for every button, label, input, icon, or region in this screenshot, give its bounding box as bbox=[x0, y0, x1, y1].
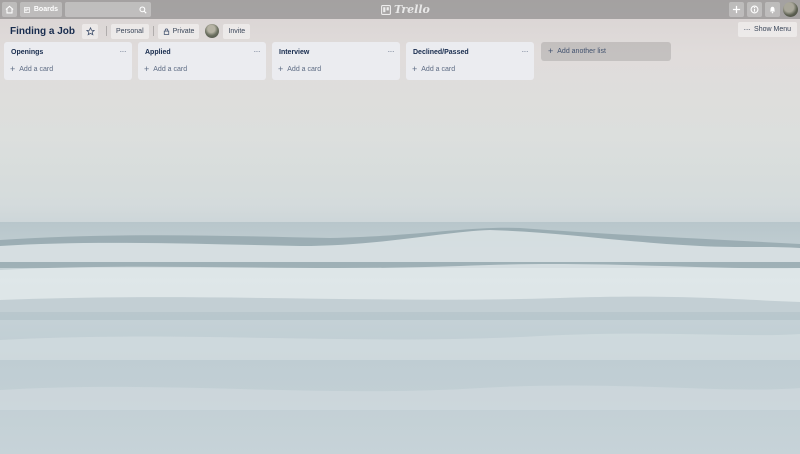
list-interview: Interview ··· + Add a card bbox=[272, 42, 400, 80]
add-list-button[interactable]: + Add another list bbox=[541, 42, 671, 61]
visibility-label: Private bbox=[172, 27, 195, 35]
ellipsis-icon[interactable]: ··· bbox=[252, 48, 263, 56]
plus-icon: + bbox=[548, 46, 554, 56]
list-applied: Applied ··· + Add a card bbox=[138, 42, 266, 80]
list-openings: Openings ··· + Add a card bbox=[4, 42, 132, 80]
add-list-label: Add another list bbox=[557, 48, 606, 55]
top-header: Boards Trello bbox=[0, 0, 800, 19]
trello-logo-icon bbox=[381, 4, 391, 15]
header-actions bbox=[729, 2, 798, 17]
logo-text: Trello bbox=[394, 3, 430, 16]
show-menu-label: Show Menu bbox=[754, 26, 791, 33]
invite-label: Invite bbox=[228, 27, 246, 35]
plus-icon: + bbox=[10, 63, 16, 74]
ellipsis-icon: ··· bbox=[743, 25, 751, 34]
add-card-label: Add a card bbox=[153, 65, 188, 73]
add-card-button[interactable]: + Add a card bbox=[142, 61, 262, 77]
info-button[interactable] bbox=[747, 2, 762, 17]
visibility-button[interactable]: Private bbox=[157, 23, 200, 39]
boards-label: Boards bbox=[33, 6, 58, 13]
info-icon bbox=[750, 5, 759, 14]
home-button[interactable] bbox=[2, 2, 17, 17]
boards-icon bbox=[24, 6, 30, 13]
show-menu-button[interactable]: ··· Show Menu bbox=[737, 22, 797, 37]
list-title[interactable]: Declined/Passed bbox=[413, 49, 469, 56]
list-header: Applied ··· bbox=[142, 45, 262, 59]
list-title[interactable]: Applied bbox=[145, 49, 171, 56]
divider bbox=[152, 26, 154, 36]
plus-icon: + bbox=[412, 63, 418, 74]
trello-logo[interactable]: Trello bbox=[381, 3, 430, 16]
search-icon[interactable] bbox=[139, 5, 147, 14]
add-card-label: Add a card bbox=[287, 65, 322, 73]
user-avatar[interactable] bbox=[783, 2, 798, 17]
plus-icon: + bbox=[278, 63, 284, 74]
ellipsis-icon[interactable]: ··· bbox=[386, 48, 397, 56]
add-card-button[interactable]: + Add a card bbox=[8, 61, 128, 77]
star-icon bbox=[85, 26, 95, 36]
ellipsis-icon[interactable]: ··· bbox=[520, 48, 531, 56]
team-button[interactable]: Personal bbox=[111, 23, 149, 39]
add-card-button[interactable]: + Add a card bbox=[276, 61, 396, 77]
plus-icon bbox=[732, 5, 741, 14]
list-declined-passed: Declined/Passed ··· + Add a card bbox=[406, 42, 534, 80]
search-box[interactable] bbox=[65, 2, 151, 17]
bell-icon bbox=[769, 6, 776, 14]
list-header: Interview ··· bbox=[276, 45, 396, 59]
invite-button[interactable]: Invite bbox=[223, 23, 251, 39]
divider bbox=[106, 26, 107, 36]
board-title[interactable]: Finding a Job bbox=[10, 26, 75, 37]
create-button[interactable] bbox=[729, 2, 744, 17]
list-title[interactable]: Openings bbox=[11, 49, 43, 56]
list-title[interactable]: Interview bbox=[279, 49, 309, 56]
list-header: Declined/Passed ··· bbox=[410, 45, 530, 59]
home-icon bbox=[5, 5, 14, 14]
star-board-button[interactable] bbox=[82, 23, 98, 39]
ellipsis-icon[interactable]: ··· bbox=[118, 48, 129, 56]
member-avatar[interactable] bbox=[205, 24, 220, 38]
add-card-label: Add a card bbox=[19, 65, 54, 73]
add-card-button[interactable]: + Add a card bbox=[410, 61, 530, 77]
plus-icon: + bbox=[144, 63, 150, 74]
add-card-label: Add a card bbox=[421, 65, 456, 73]
boards-button[interactable]: Boards bbox=[20, 2, 62, 17]
list-header: Openings ··· bbox=[8, 45, 128, 59]
lock-icon bbox=[163, 27, 169, 35]
board-lists: Openings ··· + Add a card Applied ··· + … bbox=[4, 42, 671, 80]
board-header: Finding a Job Personal Private Invite ··… bbox=[0, 19, 800, 43]
team-label: Personal bbox=[116, 27, 144, 35]
notifications-button[interactable] bbox=[765, 2, 780, 17]
